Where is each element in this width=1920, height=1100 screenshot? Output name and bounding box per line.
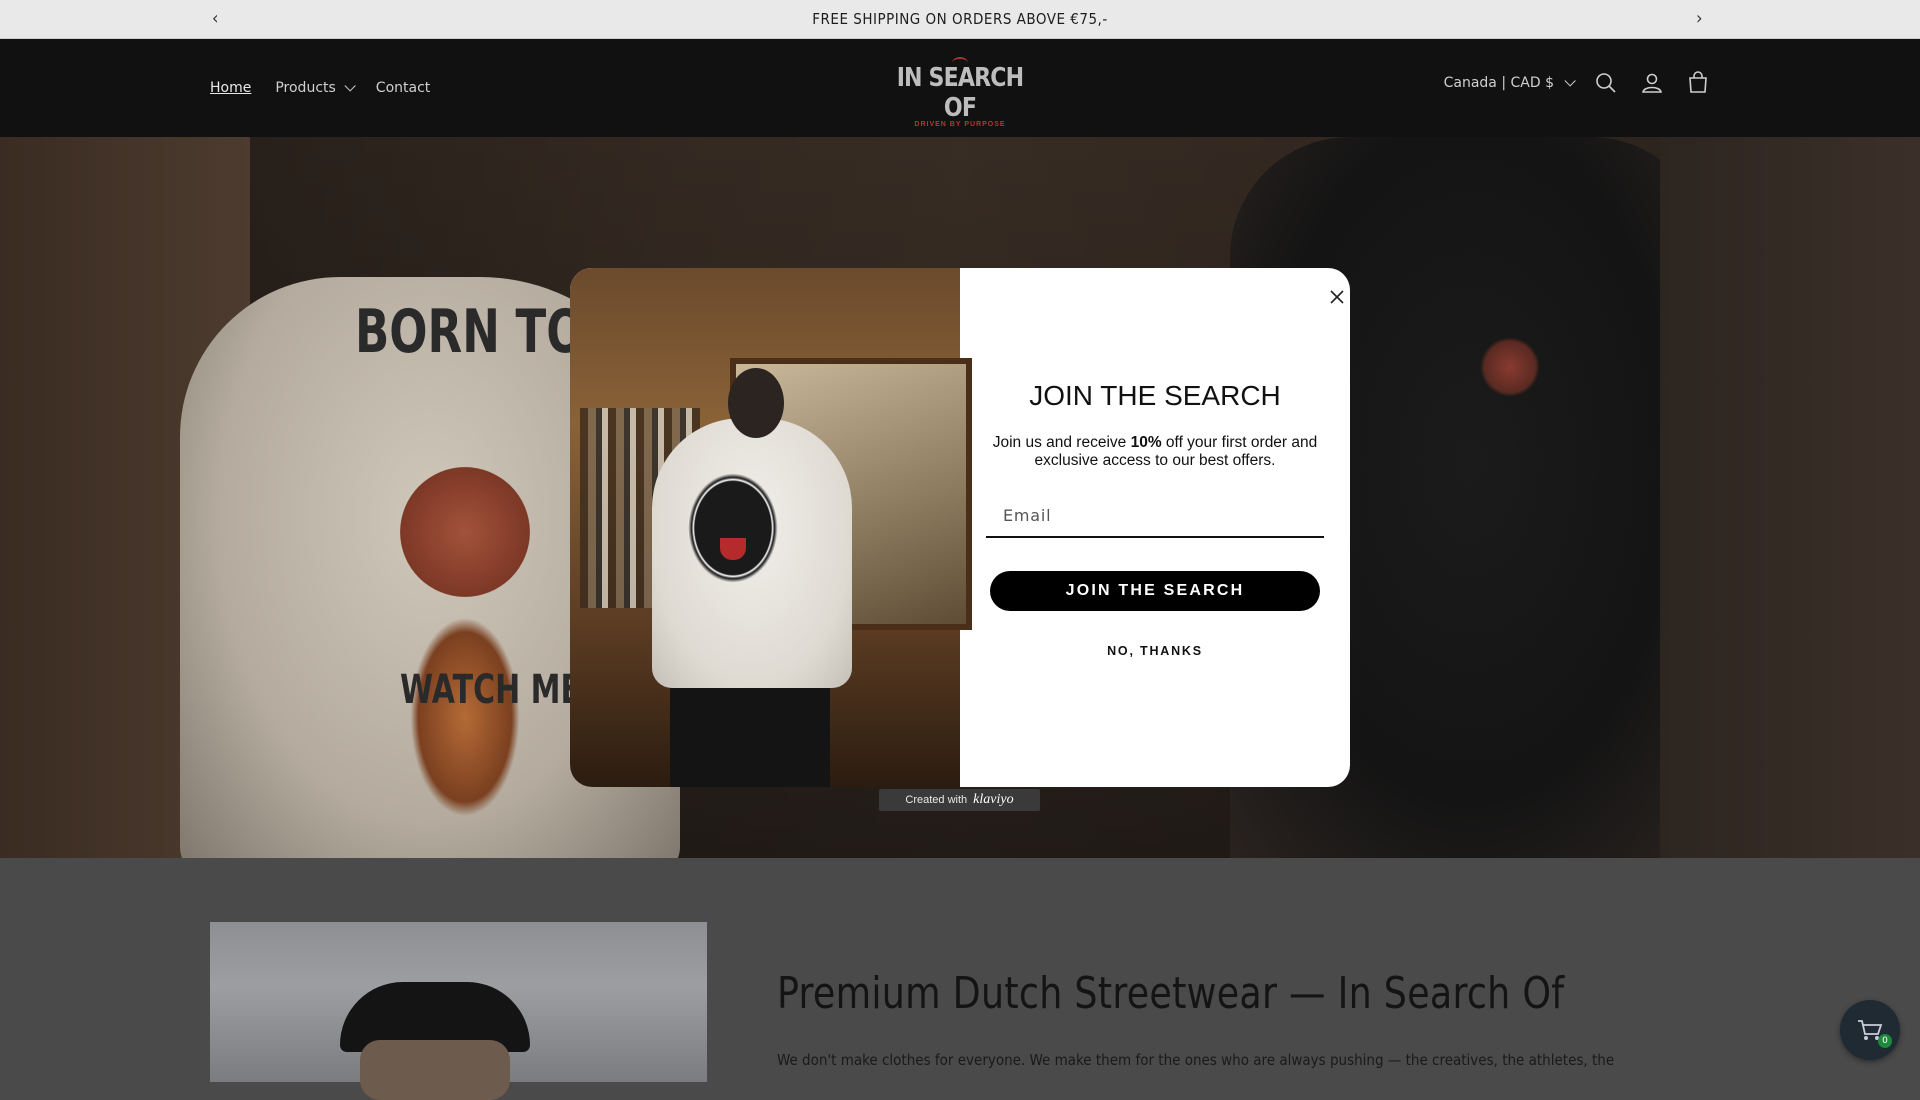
hero-wall-right	[1660, 137, 1920, 858]
intro-section: Premium Dutch Streetwear — In Search Of …	[0, 858, 1920, 1100]
floating-cart-button[interactable]: 0	[1840, 1000, 1900, 1060]
join-button[interactable]: JOIN THE SEARCH	[990, 571, 1320, 611]
popup-description: Join us and receive 10% off your first o…	[980, 434, 1330, 470]
no-thanks-button[interactable]: NO, THANKS	[960, 644, 1350, 658]
face-graphic	[360, 1040, 510, 1100]
cart-count-badge: 0	[1878, 1034, 1892, 1048]
flame-graphic	[410, 617, 520, 817]
model-shorts	[670, 688, 830, 787]
klaviyo-prefix: Created with	[905, 794, 968, 806]
nav-home[interactable]: Home	[210, 80, 251, 96]
currency-selector[interactable]: Canada | CAD $	[1443, 75, 1576, 91]
shirt-logo-graphic	[1480, 337, 1540, 397]
intro-photo	[210, 922, 707, 1100]
currency-label: Canada | CAD $	[1443, 75, 1554, 91]
desc-discount: 10%	[1130, 434, 1162, 451]
chevron-down-icon	[1564, 75, 1576, 87]
model-head	[728, 368, 784, 438]
klaviyo-brand: klaviyo	[973, 792, 1014, 807]
panther-badge-graphic	[688, 473, 778, 583]
logo-text: IN SEARCH OF	[896, 63, 1024, 123]
cart-icon[interactable]	[1686, 71, 1710, 95]
signup-popup: JOIN THE SEARCH Join us and receive 10% …	[570, 268, 1350, 787]
chevron-down-icon	[344, 80, 356, 92]
main-nav: Home Products Contact	[210, 80, 430, 96]
account-icon[interactable]	[1640, 71, 1664, 95]
close-button[interactable]	[1320, 280, 1350, 314]
nav-products-label: Products	[275, 80, 336, 96]
site-header: Home Products Contact IN SEARCH OF DRIVE…	[0, 39, 1920, 137]
brand-logo[interactable]: IN SEARCH OF DRIVEN BY PURPOSE	[880, 57, 1040, 128]
nav-products[interactable]: Products	[275, 80, 356, 96]
popup-image	[570, 268, 972, 787]
popup-title: JOIN THE SEARCH	[1029, 380, 1281, 411]
header-actions: Canada | CAD $	[1444, 71, 1710, 95]
email-field[interactable]	[986, 494, 1324, 538]
search-icon[interactable]	[1594, 71, 1618, 95]
rose-graphic	[400, 467, 530, 597]
desc-before: Join us and receive	[992, 434, 1131, 451]
klaviyo-badge[interactable]: Created with klaviyo	[879, 789, 1040, 811]
panther-mouth	[720, 538, 746, 560]
announcement-bar: ‹ FREE SHIPPING ON ORDERS ABOVE €75,- ›	[0, 0, 1920, 39]
section-body: We don't make clothes for everyone. We m…	[777, 1051, 1615, 1069]
chevron-right-icon[interactable]: ›	[1696, 8, 1703, 29]
chevron-left-icon[interactable]: ‹	[212, 8, 219, 29]
announcement-text: FREE SHIPPING ON ORDERS ABOVE €75,-	[812, 10, 1108, 28]
nav-contact[interactable]: Contact	[376, 80, 430, 96]
close-icon	[1330, 290, 1344, 304]
section-heading: Premium Dutch Streetwear — In Search Of	[777, 968, 1565, 1019]
